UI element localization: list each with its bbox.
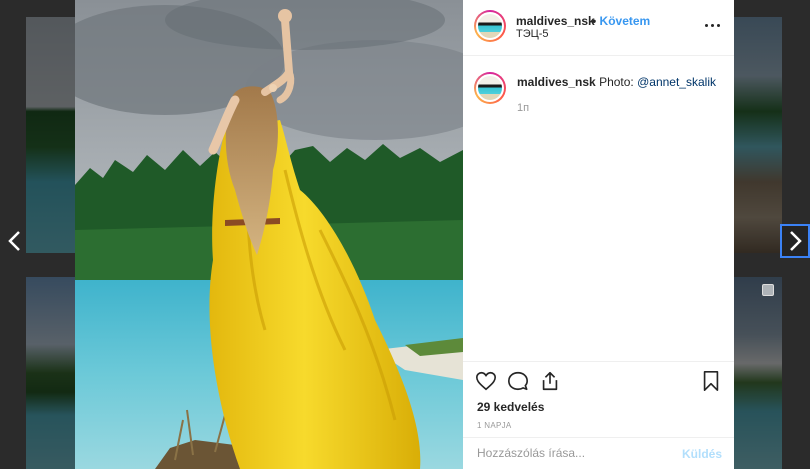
post-date[interactable]: 1 NAPJA — [477, 421, 512, 430]
post-details-panel: maldives_nsk Követem ТЭЦ-5 maldives_nsk … — [463, 0, 734, 469]
background-tile-right-bottom — [734, 277, 782, 469]
caption: maldives_nsk Photo: @annet_skalik — [517, 75, 716, 89]
follow-button[interactable]: Követem — [592, 14, 651, 28]
caption-avatar[interactable] — [474, 72, 506, 104]
background-tile-right-top — [734, 17, 782, 253]
share-icon — [542, 371, 558, 391]
chevron-right-icon — [790, 231, 802, 251]
post-header: maldives_nsk Követem ТЭЦ-5 — [463, 0, 734, 56]
bookmark-icon — [703, 371, 719, 391]
likes-count[interactable]: 29 kedvelés — [477, 400, 544, 414]
heart-icon — [476, 371, 496, 391]
caption-mention-link[interactable]: @annet_skalik — [637, 75, 716, 89]
comment-form: Küldés — [463, 437, 734, 469]
avatar[interactable] — [474, 10, 506, 42]
caption-text: Photo: — [599, 75, 638, 89]
background-tile-left-top — [26, 17, 75, 253]
like-button[interactable] — [475, 370, 499, 394]
comment-button[interactable] — [507, 370, 531, 394]
comment-bubble-icon — [508, 371, 528, 391]
background-tile-left-bottom — [26, 277, 75, 469]
chevron-left-icon — [8, 231, 20, 251]
action-bar — [463, 361, 734, 397]
submit-comment-button[interactable]: Küldés — [682, 447, 722, 461]
username-link[interactable]: maldives_nsk — [516, 14, 595, 28]
comment-input[interactable] — [477, 446, 667, 460]
save-button[interactable] — [700, 370, 724, 394]
next-post-button[interactable] — [780, 224, 810, 258]
photo-woman-yellow-dress-lake — [75, 0, 463, 469]
caption-username[interactable]: maldives_nsk — [517, 75, 596, 89]
previous-post-button[interactable] — [0, 224, 30, 258]
location-link[interactable]: ТЭЦ-5 — [516, 28, 549, 40]
more-options-icon[interactable] — [702, 18, 722, 32]
caption-timestamp[interactable]: 1п — [517, 102, 529, 114]
multiple-photos-icon — [762, 284, 774, 296]
share-button[interactable] — [539, 370, 563, 394]
post-photo[interactable] — [75, 0, 463, 469]
